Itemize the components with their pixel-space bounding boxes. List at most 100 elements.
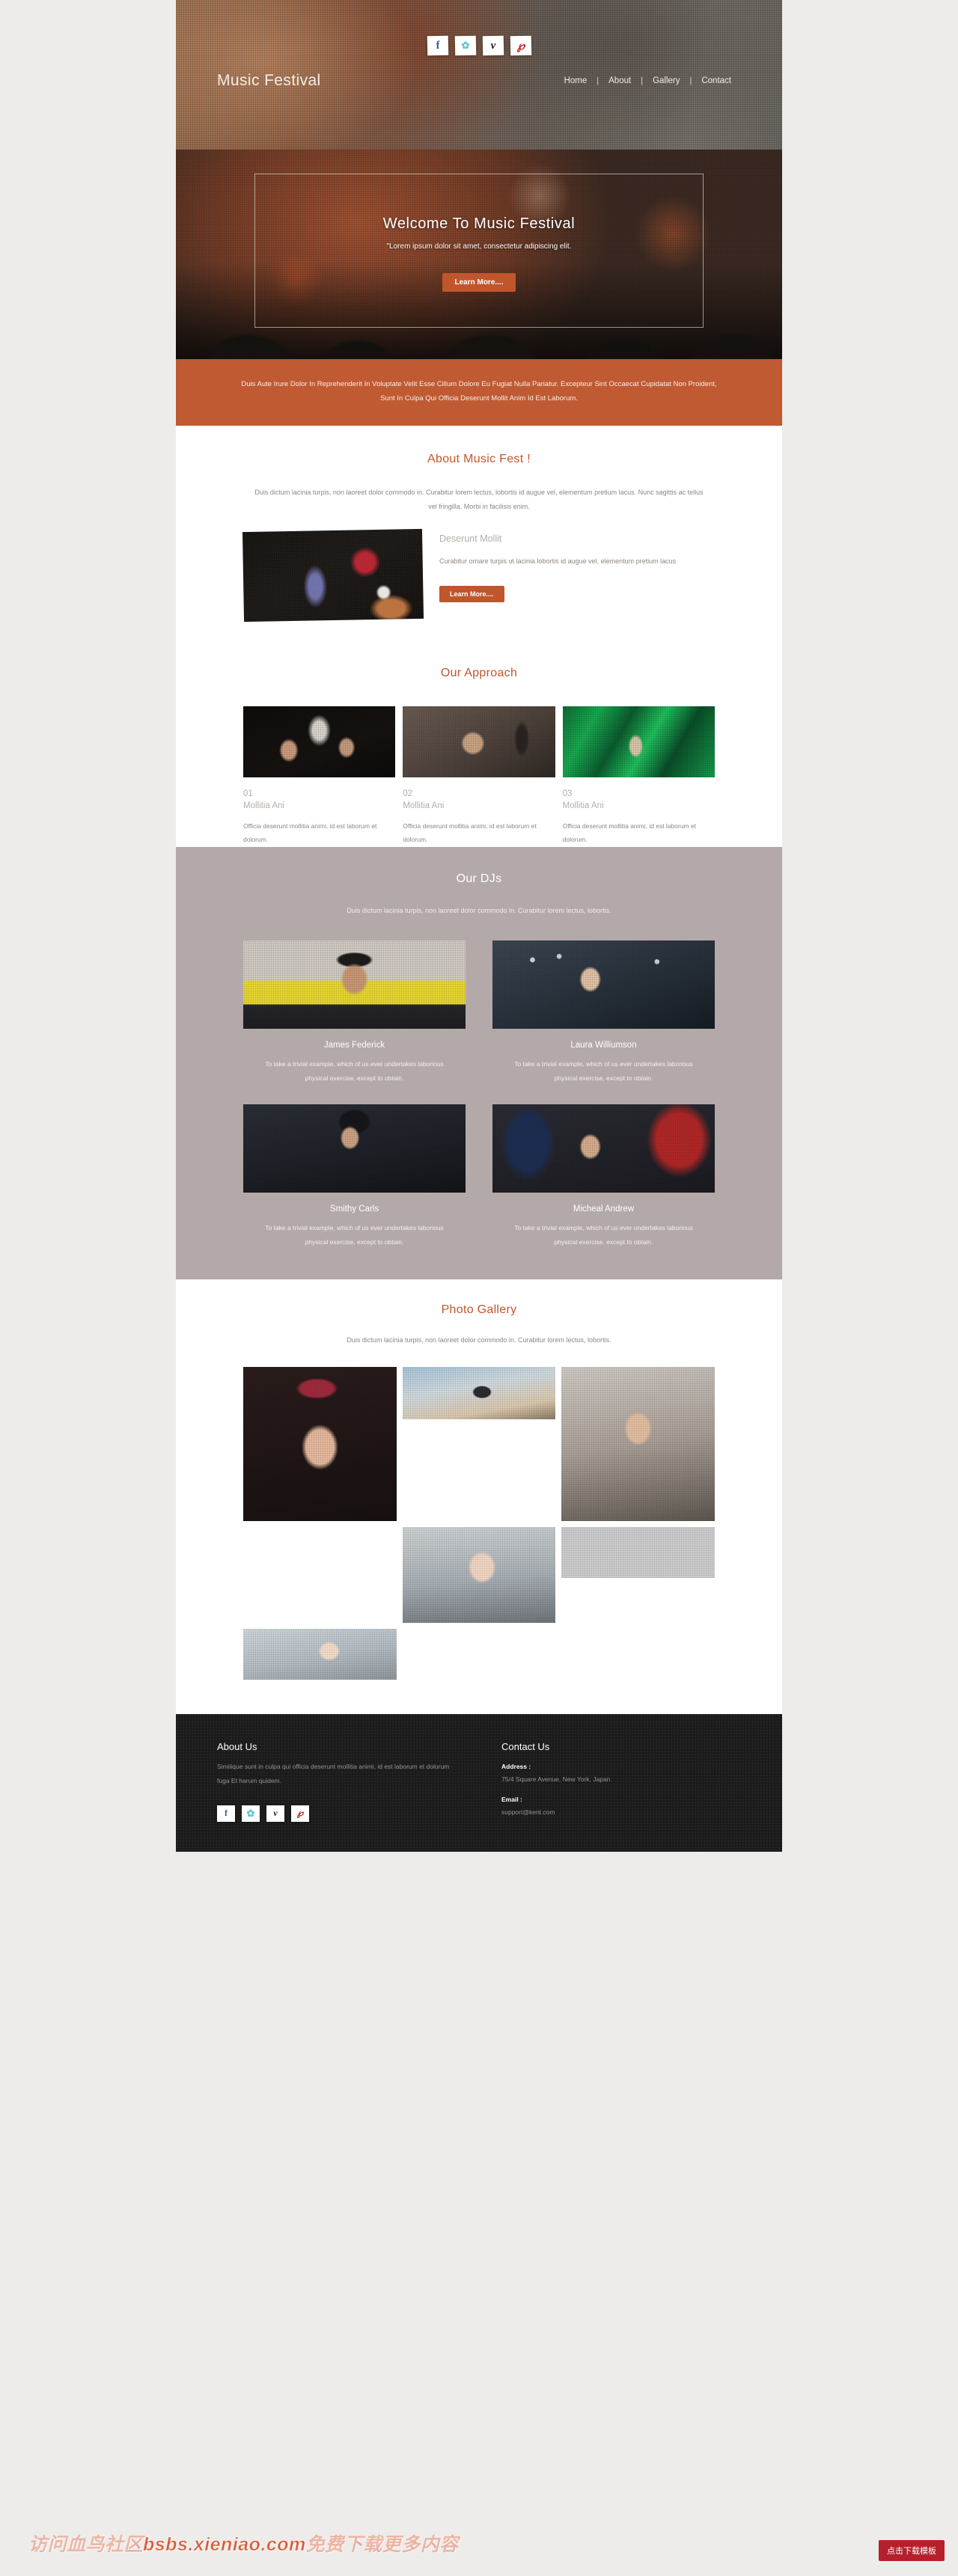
footer-email-value[interactable]: support@kent.com — [501, 1806, 741, 1818]
approach-image — [562, 706, 715, 777]
approach-number: 01 — [243, 789, 253, 798]
page-wrapper: f ✿ v ℘ Music Festival Home | About | Ga… — [176, 0, 782, 1852]
about-content-row: Deserunt Mollit Curabitur ornare turpis … — [242, 528, 715, 622]
approach-card: 01 Mollitia Ani Officia deserunt molliti… — [243, 706, 396, 847]
hero-learn-more-button[interactable]: Learn More.... — [442, 273, 516, 292]
dj-name: James Federick — [323, 1040, 385, 1050]
pinterest-icon[interactable]: ℘ — [510, 35, 531, 56]
about-title: About Music Fest ! — [427, 452, 531, 465]
nav-item-gallery[interactable]: Gallery — [643, 76, 689, 85]
footer-about-title: About Us — [217, 1740, 257, 1752]
vimeo-icon[interactable]: v — [482, 35, 504, 56]
about-learn-more-button[interactable]: Learn More.... — [439, 585, 504, 602]
footer-contact-title: Contact Us — [501, 1740, 550, 1752]
footer-address-value: 75/4 Square Avenue, New York, Japan — [501, 1775, 611, 1783]
dj-photo — [492, 1104, 715, 1193]
vimeo-glyph: v — [489, 39, 495, 52]
dj-text: To take a trivial example, which of us e… — [514, 1059, 693, 1082]
pinterest-icon[interactable]: ℘ — [291, 1805, 309, 1822]
dj-card: Laura Williumson To take a trivial examp… — [492, 940, 715, 1085]
nav-item-contact[interactable]: Contact — [692, 76, 741, 85]
dj-card: James Federick To take a trivial example… — [243, 940, 466, 1085]
quote-banner: Duis Aute Irure Dolor In Reprehenderit I… — [176, 359, 782, 426]
about-image — [242, 528, 424, 622]
djs-grid: James Federick To take a trivial example… — [243, 940, 715, 1249]
gallery-image[interactable] — [243, 1366, 397, 1521]
approach-card: 02 Mollitia Ani Officia deserunt molliti… — [403, 706, 555, 847]
vimeo-icon[interactable]: v — [266, 1805, 284, 1822]
approach-grid: 01 Mollitia Ani Officia deserunt molliti… — [243, 706, 715, 847]
approach-number: 03 — [562, 789, 573, 798]
nav-item-home[interactable]: Home — [555, 76, 597, 85]
footer-email-label: Email : — [501, 1795, 522, 1803]
footer-address-label: Address : — [501, 1762, 531, 1770]
approach-text: Officia deserunt mollitia animi, id est … — [562, 822, 697, 844]
facebook-icon[interactable]: f — [217, 1805, 235, 1822]
approach-card: 03 Mollitia Ani Officia deserunt molliti… — [562, 706, 715, 847]
dj-text: To take a trivial example, which of us e… — [265, 1224, 444, 1246]
pinterest-glyph: ℘ — [516, 40, 525, 52]
dj-photo — [243, 940, 466, 1029]
gallery-title: Photo Gallery — [441, 1303, 517, 1316]
footer-social-links: f ✿ v ℘ — [217, 1805, 457, 1822]
site-footer: About Us Similique sunt in culpa qui off… — [176, 1713, 782, 1852]
dj-photo — [243, 1104, 466, 1193]
hero-banner: Welcome To Music Festival "Lorem ipsum d… — [176, 150, 782, 359]
footer-contact-column: Contact Us Address : 75/4 Square Avenue,… — [501, 1741, 741, 1822]
nav-item-about[interactable]: About — [599, 76, 641, 85]
dj-name: Micheal Andrew — [573, 1205, 635, 1214]
twitter-glyph: ✿ — [246, 1807, 255, 1819]
header-social-links: f ✿ v ℘ — [176, 35, 782, 56]
facebook-glyph: f — [435, 39, 440, 52]
twitter-icon[interactable]: ✿ — [454, 35, 476, 56]
site-brand[interactable]: Music Festival — [217, 72, 321, 90]
dj-card: Smithy Carls To take a trivial example, … — [243, 1104, 466, 1249]
dj-text: To take a trivial example, which of us e… — [514, 1224, 693, 1246]
twitter-icon[interactable]: ✿ — [242, 1805, 260, 1822]
gallery-image[interactable] — [402, 1526, 556, 1623]
approach-text: Officia deserunt mollitia animi, id est … — [243, 822, 377, 844]
approach-name: Mollitia Ani — [403, 801, 445, 810]
approach-title: Our Approach — [440, 666, 518, 679]
djs-lead: Duis dictum lacinia turpis, non laoreet … — [347, 907, 611, 915]
facebook-icon[interactable]: f — [427, 35, 448, 56]
gallery-image[interactable] — [243, 1628, 397, 1680]
hero-subtitle: "Lorem ipsum dolor sit amet, consectetur… — [386, 242, 572, 251]
about-body: Curabitur ornare turpis ut lacinia lobor… — [439, 557, 677, 565]
vimeo-glyph: v — [273, 1808, 278, 1819]
gallery-grid — [243, 1366, 715, 1680]
about-section: About Music Fest ! Duis dictum lacinia t… — [176, 425, 782, 622]
hero-title: Welcome To Music Festival — [382, 215, 576, 232]
footer-about-column: About Us Similique sunt in culpa qui off… — [217, 1741, 457, 1822]
facebook-glyph: f — [225, 1808, 228, 1819]
main-nav: Home | About | Gallery | Contact — [555, 76, 741, 85]
djs-title: Our DJs — [456, 872, 502, 886]
twitter-glyph: ✿ — [460, 39, 470, 52]
approach-section: Our Approach 01 Mollitia Ani Officia des… — [176, 619, 782, 848]
dj-name: Smithy Carls — [329, 1205, 379, 1214]
approach-name: Mollitia Ani — [562, 801, 604, 810]
quote-banner-text: Duis Aute Irure Dolor In Reprehenderit I… — [241, 380, 717, 403]
footer-about-text: Similique sunt in culpa qui officia dese… — [217, 1762, 450, 1785]
approach-number: 02 — [403, 789, 413, 798]
dj-name: Laura Williumson — [570, 1040, 637, 1050]
gallery-image[interactable] — [561, 1366, 715, 1521]
navbar: Music Festival Home | About | Gallery | … — [176, 72, 782, 90]
approach-image — [243, 706, 396, 777]
about-subtitle: Deserunt Mollit — [439, 533, 502, 544]
footer-columns: About Us Similique sunt in culpa qui off… — [217, 1741, 741, 1822]
gallery-image[interactable] — [402, 1366, 556, 1419]
dj-card: Micheal Andrew To take a trivial example… — [492, 1104, 715, 1249]
dj-text: To take a trivial example, which of us e… — [265, 1059, 444, 1082]
watermark-download-button[interactable]: 点击下载模板 — [879, 2540, 945, 2561]
gallery-section: Photo Gallery Duis dictum lacinia turpis… — [176, 1279, 782, 1714]
about-lead: Duis dictum lacinia turpis, non laoreet … — [254, 488, 704, 510]
approach-name: Mollitia Ani — [243, 801, 284, 810]
gallery-image[interactable] — [561, 1526, 715, 1578]
watermark-text: 访问血鸟社区bsbs.xieniao.com免费下载更多内容 — [28, 2534, 459, 2556]
about-text-block: Deserunt Mollit Curabitur ornare turpis … — [439, 530, 676, 620]
site-header: f ✿ v ℘ Music Festival Home | About | Ga… — [176, 0, 782, 150]
approach-image — [403, 706, 555, 777]
djs-section: Our DJs Duis dictum lacinia turpis, non … — [176, 847, 782, 1279]
dj-photo — [492, 940, 715, 1029]
